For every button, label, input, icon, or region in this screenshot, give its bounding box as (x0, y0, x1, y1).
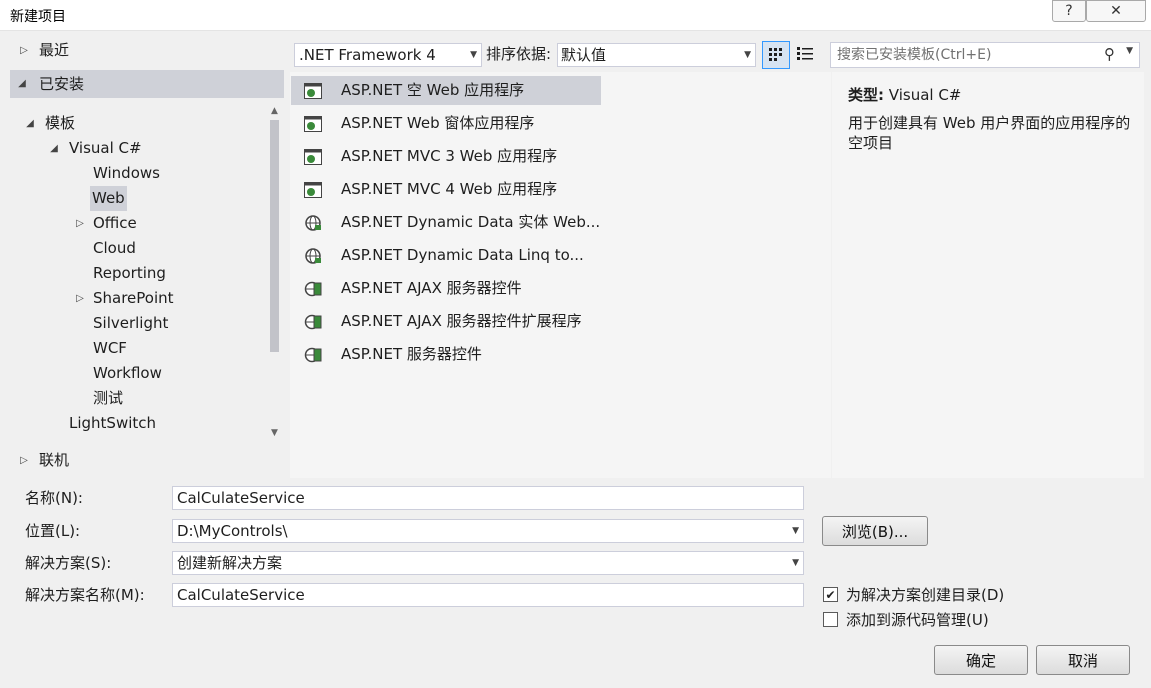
expand-arrow-icon[interactable]: ▷ (18, 448, 30, 473)
view-grid-button[interactable] (762, 41, 790, 69)
title-bar (0, 0, 1151, 31)
create-directory-label[interactable]: 为解决方案创建目录(D) (846, 584, 1004, 606)
grid-view-icon (769, 48, 782, 61)
window-title: 新建项目 (10, 9, 66, 25)
collapse-arrow-icon[interactable]: ◢ (48, 136, 60, 161)
tree-item-online[interactable]: ▷ 联机 (10, 448, 284, 473)
source-control-label[interactable]: 添加到源代码管理(U) (846, 609, 989, 631)
sort-select[interactable]: 默认值 ▼ (557, 43, 756, 67)
tree-item-office[interactable]: ▷ Office (10, 211, 266, 236)
collapse-arrow-icon[interactable]: ◢ (16, 70, 28, 98)
solution-name-label: 解决方案名称(M): (25, 586, 145, 604)
close-button[interactable]: ✕ (1086, 0, 1146, 22)
server-control-icon (304, 347, 322, 363)
chevron-down-icon: ▼ (792, 526, 799, 536)
tree-item-windows[interactable]: Windows (10, 161, 266, 186)
template-item[interactable]: ASP.NET Web 窗体应用程序 (291, 109, 601, 138)
search-icon[interactable]: ⚲ (1104, 45, 1115, 63)
tree-item-lightswitch[interactable]: LightSwitch (10, 411, 266, 436)
search-input[interactable] (835, 44, 1101, 66)
scroll-down-icon[interactable]: ▼ (270, 428, 279, 438)
tree-item-sharepoint[interactable]: ▷ SharePoint (10, 286, 266, 311)
solution-name-input[interactable]: CalCulateService (172, 583, 804, 607)
source-control-checkbox[interactable] (823, 612, 838, 627)
tree-item-wcf[interactable]: WCF (10, 336, 266, 361)
tree-item-reporting[interactable]: Reporting (10, 261, 266, 286)
list-view-icon (797, 47, 813, 60)
view-list-button[interactable] (792, 41, 818, 67)
template-item[interactable]: ASP.NET MVC 4 Web 应用程序 (291, 175, 601, 204)
chevron-down-icon[interactable]: ▼ (1126, 46, 1133, 56)
name-label: 名称(N): (25, 489, 83, 507)
checkmark-icon: ✔ (825, 587, 836, 602)
solution-label: 解决方案(S): (25, 554, 112, 572)
web-app-icon (304, 149, 322, 165)
server-control-icon (304, 281, 322, 297)
template-description: 用于创建具有 Web 用户界面的应用程序的空项目 (848, 114, 1131, 152)
tree-item-workflow[interactable]: Workflow (10, 361, 266, 386)
template-item[interactable]: ASP.NET 空 Web 应用程序 (291, 76, 601, 105)
scrollbar-thumb[interactable] (270, 120, 279, 352)
search-box[interactable]: ⚲ ▼ (830, 42, 1140, 68)
expand-arrow-icon[interactable]: ▷ (74, 211, 86, 236)
sort-label: 排序依据: (486, 45, 552, 63)
tree-item-cloud[interactable]: Cloud (10, 236, 266, 261)
name-input[interactable]: CalCulateService (172, 486, 804, 510)
web-app-icon (304, 182, 322, 198)
tree-item-silverlight[interactable]: Silverlight (10, 311, 266, 336)
tree-item-visual-csharp[interactable]: ◢ Visual C# (10, 136, 266, 161)
chevron-down-icon: ▼ (792, 558, 799, 568)
globe-icon (305, 248, 321, 264)
template-item[interactable]: ASP.NET AJAX 服务器控件 (291, 274, 601, 303)
chevron-down-icon: ▼ (744, 50, 751, 60)
scroll-up-icon[interactable]: ▲ (270, 106, 279, 116)
create-directory-checkbox[interactable]: ✔ (823, 587, 838, 602)
close-icon: ✕ (1110, 3, 1122, 19)
server-control-icon (304, 314, 322, 330)
tree-item-templates[interactable]: ◢ 模板 (10, 111, 266, 136)
location-label: 位置(L): (25, 522, 81, 540)
web-app-icon (304, 116, 322, 132)
help-button[interactable]: ? (1052, 0, 1086, 22)
expand-arrow-icon[interactable]: ▷ (18, 38, 30, 63)
ok-button[interactable]: 确定 (934, 645, 1028, 675)
cancel-button[interactable]: 取消 (1036, 645, 1130, 675)
tree-item-web[interactable]: Web (10, 186, 266, 211)
template-list: ASP.NET 空 Web 应用程序 ASP.NET Web 窗体应用程序 AS… (290, 72, 831, 478)
framework-select[interactable]: .NET Framework 4 ▼ (294, 43, 482, 67)
template-item[interactable]: ASP.NET AJAX 服务器控件扩展程序 (291, 307, 601, 336)
template-tree: ▷ 最近 ◢ 已安装 ◢ 模板 ◢ Visual C# Windows Web … (10, 36, 284, 476)
solution-combo[interactable]: 创建新解决方案 ▼ (172, 551, 804, 575)
template-item[interactable]: ASP.NET Dynamic Data Linq to... (291, 241, 601, 270)
chevron-down-icon: ▼ (470, 50, 477, 60)
tree-item-recent[interactable]: ▷ 最近 (10, 38, 284, 63)
template-type: 类型: Visual C# (848, 86, 962, 104)
web-app-icon (304, 83, 322, 99)
globe-icon (305, 215, 321, 231)
tree-item-test[interactable]: 测试 (10, 386, 266, 411)
template-item[interactable]: ASP.NET MVC 3 Web 应用程序 (291, 142, 601, 171)
template-item[interactable]: ASP.NET 服务器控件 (291, 340, 601, 369)
template-item[interactable]: ASP.NET Dynamic Data 实体 Web... (291, 208, 601, 237)
browse-button[interactable]: 浏览(B)... (822, 516, 928, 546)
location-combo[interactable]: D:\MyControls\ ▼ (172, 519, 804, 543)
collapse-arrow-icon[interactable]: ◢ (24, 111, 36, 136)
tree-item-installed[interactable]: ◢ 已安装 (10, 70, 284, 98)
expand-arrow-icon[interactable]: ▷ (74, 286, 86, 311)
help-icon: ? (1065, 3, 1073, 19)
